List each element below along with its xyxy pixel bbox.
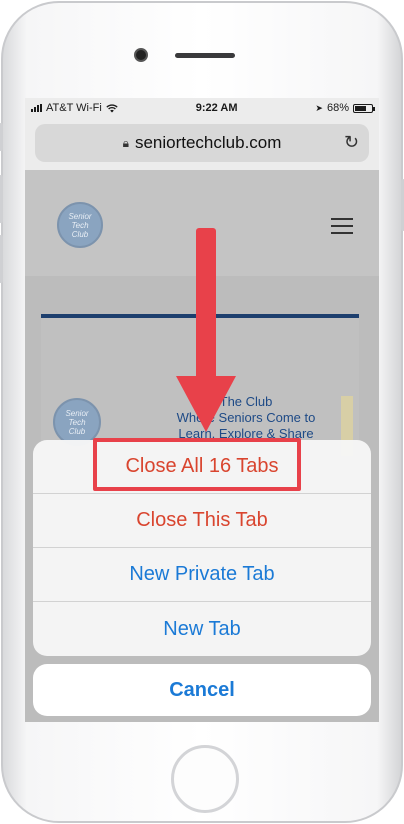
hero-text: The Club Where Seniors Come to Learn, Ex… [141, 394, 351, 442]
cancel-button[interactable]: Cancel [33, 664, 371, 716]
url-text: seniortechclub.com [134, 133, 282, 152]
wifi-icon [106, 103, 118, 112]
home-button[interactable] [171, 745, 239, 813]
close-this-tab-button[interactable]: Close This Tab [33, 494, 371, 548]
location-arrow-icon: ➤ [315, 102, 323, 113]
logo-text-senior: Senior [68, 211, 92, 221]
new-private-tab-button[interactable]: New Private Tab [33, 548, 371, 602]
lock-icon: 🔒︎ [122, 135, 129, 150]
card-logo-text-tech: Tech [68, 417, 86, 427]
carrier-label: AT&T Wi-Fi [46, 102, 102, 114]
battery-percent: 68% [326, 102, 349, 114]
new-tab-button[interactable]: New Tab [33, 602, 371, 656]
silent-switch [0, 123, 3, 151]
site-logo[interactable]: Senior Tech Club [57, 202, 103, 248]
signal-bars-icon [31, 104, 42, 112]
card-logo-text-club: Club [68, 426, 86, 436]
status-left: AT&T Wi-Fi [31, 102, 118, 114]
hero-text-line1: The Club [219, 394, 273, 409]
browser-toolbar: 🔒︎ seniortechclub.com ↻ [25, 118, 379, 170]
status-right: ➤ 68% [315, 102, 375, 114]
earpiece-speaker [175, 53, 235, 58]
annotation-arrow-shaft [196, 228, 216, 380]
volume-up-button [0, 175, 3, 223]
reload-icon[interactable]: ↻ [344, 132, 359, 153]
card-logo-text-senior: Senior [65, 408, 89, 418]
status-time: 9:22 AM [195, 102, 238, 114]
annotation-highlight-box [93, 438, 301, 491]
battery-fill [354, 105, 366, 111]
address-bar[interactable]: 🔒︎ seniortechclub.com ↻ [35, 124, 369, 162]
hamburger-menu-icon[interactable] [331, 218, 353, 239]
front-camera [134, 48, 148, 62]
logo-text-club: Club [71, 229, 89, 239]
status-bar: AT&T Wi-Fi 9:22 AM ➤ 68% [25, 98, 379, 118]
volume-down-button [0, 235, 3, 283]
hero-text-line2: Where Seniors Come to [176, 410, 316, 425]
annotation-arrow-head [176, 376, 236, 432]
battery-icon [352, 103, 375, 113]
logo-text-tech: Tech [71, 220, 89, 230]
